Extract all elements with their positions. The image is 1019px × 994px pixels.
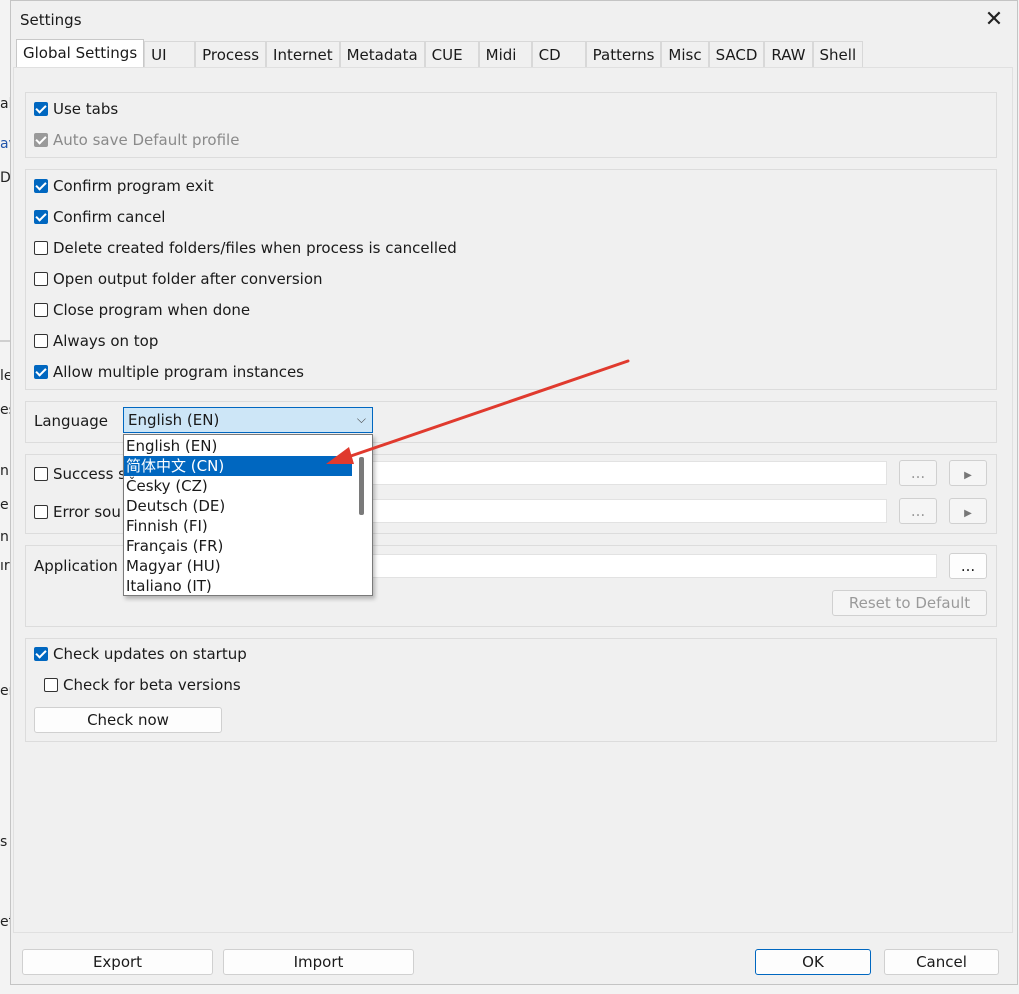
play-icon: ▶ — [964, 470, 972, 481]
confirm-exit-checkbox[interactable]: Confirm program exit — [34, 175, 214, 197]
success-sound-checkbox[interactable]: Success s — [34, 463, 126, 485]
language-dropdown-list: English (EN) 简体中文 (CN) Česky (CZ) Deutsc… — [123, 434, 373, 596]
tab-global-settings[interactable]: Global Settings — [16, 39, 145, 67]
export-button[interactable]: Export — [22, 949, 213, 975]
tab-metadata[interactable]: Metadata — [339, 41, 425, 67]
language-option-cz[interactable]: Česky (CZ) — [124, 476, 352, 496]
error-sound-browse-button[interactable]: ... — [899, 498, 937, 524]
checkbox-label: Check updates on startup — [53, 645, 247, 663]
application-path-field[interactable] — [361, 554, 937, 578]
error-sound-play-button[interactable]: ▶ — [949, 498, 987, 524]
background-text: e — [0, 497, 9, 513]
global-settings-page: Use tabs Auto save Default profile Confi… — [13, 67, 1013, 933]
language-option-en[interactable]: English (EN) — [124, 436, 352, 456]
checkbox-label: Success s — [53, 465, 126, 483]
language-label: Language — [34, 412, 109, 430]
checkbox-label: Open output folder after conversion — [53, 270, 323, 288]
language-option-fi[interactable]: Finnish (FI) — [124, 516, 352, 536]
check-beta-checkbox[interactable]: Check for beta versions — [44, 674, 241, 696]
success-sound-path-field[interactable] — [361, 461, 887, 485]
tab-internet[interactable]: Internet — [266, 41, 340, 67]
error-sound-checkbox[interactable]: Error sou — [34, 501, 121, 523]
auto-save-default-checkbox: Auto save Default profile — [34, 129, 239, 151]
check-now-button[interactable]: Check now — [34, 707, 222, 733]
chevron-down-icon[interactable]: ⌵ — [357, 412, 366, 427]
application-label: Application — [34, 557, 118, 575]
checkbox-unchecked[interactable] — [44, 678, 58, 692]
tab-misc[interactable]: Misc — [661, 41, 709, 67]
tab-patterns[interactable]: Patterns — [585, 41, 662, 67]
success-sound-play-button[interactable]: ▶ — [949, 460, 987, 486]
open-output-checkbox[interactable]: Open output folder after conversion — [34, 268, 323, 290]
checkbox-unchecked[interactable] — [34, 241, 48, 255]
tab-bar: Global Settings UI Process Internet Meta… — [16, 39, 863, 67]
always-on-top-checkbox[interactable]: Always on top — [34, 330, 158, 352]
language-option-hu[interactable]: Magyar (HU) — [124, 556, 352, 576]
program-options-group: Confirm program exit Confirm cancel Dele… — [25, 169, 997, 390]
checkbox-label: Confirm program exit — [53, 177, 214, 195]
language-option-cn[interactable]: 简体中文 (CN) — [124, 456, 352, 476]
tabs-options-group: Use tabs Auto save Default profile — [25, 92, 997, 158]
checkbox-label: Close program when done — [53, 301, 251, 319]
checkbox-label: Use tabs — [53, 100, 119, 118]
background-text: n — [0, 529, 9, 545]
application-browse-button[interactable]: ... — [949, 553, 987, 579]
language-option-fr[interactable]: Français (FR) — [124, 536, 352, 556]
reset-to-default-button[interactable]: Reset to Default — [832, 590, 987, 616]
checkbox-checked-disabled — [34, 133, 48, 147]
tab-sacd[interactable]: SACD — [708, 41, 765, 67]
checkbox-label: Auto save Default profile — [53, 131, 240, 149]
window-title: Settings — [20, 11, 82, 29]
play-icon: ▶ — [964, 508, 972, 519]
background-text: s — [0, 834, 8, 850]
checkbox-label: Check for beta versions — [63, 676, 241, 694]
tab-cue[interactable]: CUE — [424, 41, 479, 67]
checkbox-unchecked[interactable] — [34, 272, 48, 286]
ok-button[interactable]: OK — [755, 949, 871, 975]
checkbox-label: Error sou — [53, 503, 121, 521]
updates-group: Check updates on startup Check for beta … — [25, 638, 997, 742]
checkbox-label: Allow multiple program instances — [53, 363, 304, 381]
cancel-button[interactable]: Cancel — [884, 949, 999, 975]
check-updates-startup-checkbox[interactable]: Check updates on startup — [34, 643, 247, 665]
delete-created-checkbox[interactable]: Delete created folders/files when proces… — [34, 237, 457, 259]
language-option-de[interactable]: Deutsch (DE) — [124, 496, 352, 516]
tab-process[interactable]: Process — [195, 41, 267, 67]
checkbox-checked[interactable] — [34, 102, 48, 116]
tab-cd[interactable]: CD — [531, 41, 586, 67]
tab-midi[interactable]: Midi — [478, 41, 532, 67]
checkbox-unchecked[interactable] — [34, 334, 48, 348]
checkbox-label: Delete created folders/files when proces… — [53, 239, 457, 257]
checkbox-checked[interactable] — [34, 365, 48, 379]
close-when-done-checkbox[interactable]: Close program when done — [34, 299, 250, 321]
tab-raw[interactable]: RAW — [764, 41, 813, 67]
checkbox-checked[interactable] — [34, 647, 48, 661]
multiple-instances-checkbox[interactable]: Allow multiple program instances — [34, 361, 304, 383]
error-sound-path-field[interactable] — [361, 499, 887, 523]
language-option-it[interactable]: Italiano (IT) — [124, 576, 352, 596]
checkbox-checked[interactable] — [34, 179, 48, 193]
use-tabs-checkbox[interactable]: Use tabs — [34, 98, 118, 120]
checkbox-unchecked[interactable] — [34, 467, 48, 481]
checkbox-unchecked[interactable] — [34, 505, 48, 519]
settings-dialog: Settings ✕ Global Settings UI Process In… — [10, 0, 1018, 985]
dropdown-scrollbar[interactable] — [359, 457, 364, 515]
language-selected-value: English (EN) — [128, 411, 220, 429]
success-sound-browse-button[interactable]: ... — [899, 460, 937, 486]
checkbox-label: Confirm cancel — [53, 208, 166, 226]
title-bar: Settings ✕ — [11, 1, 1017, 39]
checkbox-label: Always on top — [53, 332, 159, 350]
tab-ui[interactable]: UI — [144, 41, 196, 67]
close-icon[interactable]: ✕ — [979, 5, 1009, 35]
tab-shell[interactable]: Shell — [812, 41, 863, 67]
checkbox-checked[interactable] — [34, 210, 48, 224]
confirm-cancel-checkbox[interactable]: Confirm cancel — [34, 206, 165, 228]
import-button[interactable]: Import — [223, 949, 414, 975]
checkbox-unchecked[interactable] — [34, 303, 48, 317]
language-select[interactable]: English (EN) ⌵ — [123, 407, 373, 433]
